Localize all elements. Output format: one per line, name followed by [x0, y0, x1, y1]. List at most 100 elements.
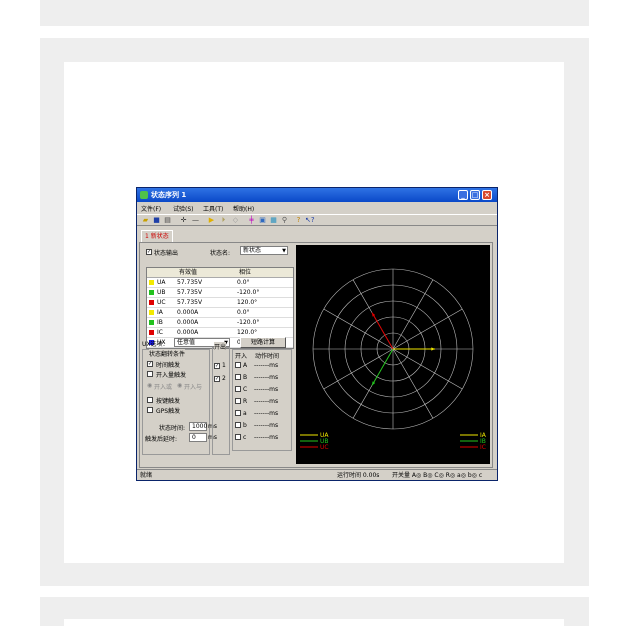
state-output-label: 状态输出 — [154, 250, 179, 257]
state-time-input[interactable]: 1000 — [189, 422, 207, 431]
channel-name: IA — [157, 309, 163, 316]
output-2-check-icon: ✓ — [214, 375, 220, 382]
input-trigger-box — [147, 370, 153, 377]
input-or-radio[interactable]: ◉ — [147, 382, 152, 389]
save-icon[interactable]: ■ — [152, 216, 161, 225]
open-folder-icon[interactable]: ▰ — [141, 216, 150, 225]
channel-phase[interactable]: -120.0° — [237, 318, 259, 327]
state-sequence-window: 状态序列 1 _ □ × 文件(F) 试验(S) 工具(T) 帮助(H) ▰ ■… — [136, 187, 498, 481]
add-state-icon[interactable]: ✛ — [179, 216, 188, 225]
input-trigger-checkbox[interactable] — [147, 370, 153, 377]
menu-file[interactable]: 文件(F) — [141, 204, 161, 213]
list-item: c -------ms — [234, 432, 292, 444]
channel-name: UB — [157, 289, 166, 296]
input-action-time: -------ms — [254, 410, 279, 417]
legend-label-ic: IC — [480, 444, 486, 451]
menu-test[interactable]: 试验(S) — [173, 204, 194, 213]
channel-magnitude[interactable]: 57.735V — [177, 298, 202, 307]
input-and-radio[interactable]: ◉ — [177, 382, 182, 389]
input-channel: a — [243, 410, 247, 417]
time-trigger-check-icon: ✓ — [147, 360, 153, 367]
maximize-button[interactable]: □ — [470, 190, 480, 200]
start-icon[interactable]: ▶ — [207, 216, 216, 225]
channel-phase[interactable]: 120.0° — [237, 298, 257, 307]
table-row[interactable]: UB 57.735V -120.0° — [147, 288, 293, 298]
table-row[interactable]: IA 0.000A 0.0° — [147, 308, 293, 318]
help-icon[interactable]: ? — [294, 216, 303, 225]
print-icon[interactable]: ▤ — [163, 216, 172, 225]
input-action-time: -------ms — [254, 386, 279, 393]
key-trigger-label: 按键触发 — [156, 398, 181, 405]
step-icon[interactable]: ⏵ — [219, 216, 228, 225]
input-and-label: 开入与 — [184, 384, 203, 391]
input-checkbox[interactable] — [235, 434, 241, 440]
time-col-title: 动作时间 — [255, 353, 280, 360]
list-item: R -------ms — [234, 396, 292, 408]
state-name-label: 状态名: — [210, 250, 231, 257]
output-1-checkbox[interactable]: ✓ — [214, 362, 220, 369]
channel-phase[interactable]: -120.0° — [237, 288, 259, 297]
table-row[interactable]: UA 57.735V 0.0° — [147, 278, 293, 288]
phasor-arrowhead — [431, 347, 435, 351]
list-item: b -------ms — [234, 420, 292, 432]
ux-option-value: 任意值 — [177, 339, 196, 346]
phasor-icon[interactable]: ╪ — [247, 216, 256, 225]
close-button[interactable]: × — [482, 190, 492, 200]
tab-new-state[interactable]: 1 新状态 — [141, 230, 173, 242]
output-2-label: 2 — [222, 375, 226, 382]
channel-phase[interactable]: 120.0° — [237, 328, 257, 337]
stop-icon[interactable]: ◇ — [231, 216, 240, 225]
channel-magnitude[interactable]: 0.000A — [177, 308, 198, 317]
output-2-checkbox[interactable]: ✓ — [214, 375, 220, 382]
input-col-title: 开入 — [235, 353, 248, 360]
channel-magnitude[interactable]: 0.000A — [177, 328, 198, 337]
channel-magnitude[interactable]: 57.735V — [177, 288, 202, 297]
monitor-icon[interactable]: ▦ — [269, 216, 278, 225]
channel-phase[interactable]: 0.0° — [237, 278, 250, 287]
input-checkbox[interactable] — [235, 398, 241, 404]
chevron-down-icon: ▼ — [282, 248, 286, 254]
input-trigger-label: 开入量触发 — [156, 372, 187, 379]
legend-label-uc: UC — [320, 444, 329, 451]
input-action-time: -------ms — [254, 374, 279, 381]
status-bar: 就绪 运行时间 0.00s 开关量 A◎ B◎ C◎ R◎ a◎ b◎ c — [137, 469, 497, 481]
status-switches: 开关量 A◎ B◎ C◎ R◎ a◎ b◎ c — [392, 472, 483, 479]
time-trigger-checkbox[interactable]: ✓ — [147, 360, 153, 367]
table-row[interactable]: UC 57.735V 120.0° — [147, 298, 293, 308]
input-checkbox[interactable] — [235, 386, 241, 392]
state-name-select[interactable]: 新状态 ▼ — [240, 246, 288, 255]
input-checkbox[interactable] — [235, 362, 241, 368]
zoom-icon[interactable]: ⚲ — [280, 216, 289, 225]
input-rows: A -------ms B -------ms C -------ms R -------ms… — [234, 360, 292, 444]
input-checkbox[interactable] — [235, 422, 241, 428]
channel-magnitude[interactable]: 57.735V — [177, 278, 202, 287]
grid-spoke — [392, 279, 434, 350]
title-bar[interactable]: 状态序列 1 _ □ × — [137, 188, 497, 202]
menu-help[interactable]: 帮助(H) — [233, 204, 254, 213]
context-help-icon[interactable]: ↖? — [305, 216, 315, 225]
minimize-button[interactable]: _ — [458, 190, 468, 200]
table-row[interactable]: IB 0.000A -120.0° — [147, 318, 293, 328]
channel-phase[interactable]: 0.0° — [237, 308, 250, 317]
ux-option-label: UX选项： — [142, 341, 169, 348]
page-card-top — [40, 0, 589, 26]
list-item: A -------ms — [234, 360, 292, 372]
key-trigger-checkbox[interactable] — [147, 396, 153, 403]
channel-magnitude[interactable]: 0.000A — [177, 318, 198, 327]
short-circuit-button[interactable]: 短路计算 — [240, 337, 286, 348]
input-checkbox[interactable] — [235, 374, 241, 380]
state-output-checkbox[interactable]: ✓ — [146, 248, 152, 255]
gps-trigger-checkbox[interactable] — [147, 406, 153, 413]
input-channel: b — [243, 422, 247, 429]
state-name-value: 新状态 — [243, 247, 262, 254]
status-ready: 就绪 — [140, 472, 153, 479]
menu-tools[interactable]: 工具(T) — [203, 204, 223, 213]
grid-header-magnitude: 有效值 — [179, 269, 198, 276]
remove-state-icon[interactable]: — — [191, 216, 200, 225]
input-checkbox[interactable] — [235, 410, 241, 416]
grid-spoke — [392, 348, 434, 419]
list-item: B -------ms — [234, 372, 292, 384]
delay-input[interactable]: 0 — [189, 433, 207, 442]
report-icon[interactable]: ▣ — [258, 216, 267, 225]
input-action-time: -------ms — [254, 398, 279, 405]
